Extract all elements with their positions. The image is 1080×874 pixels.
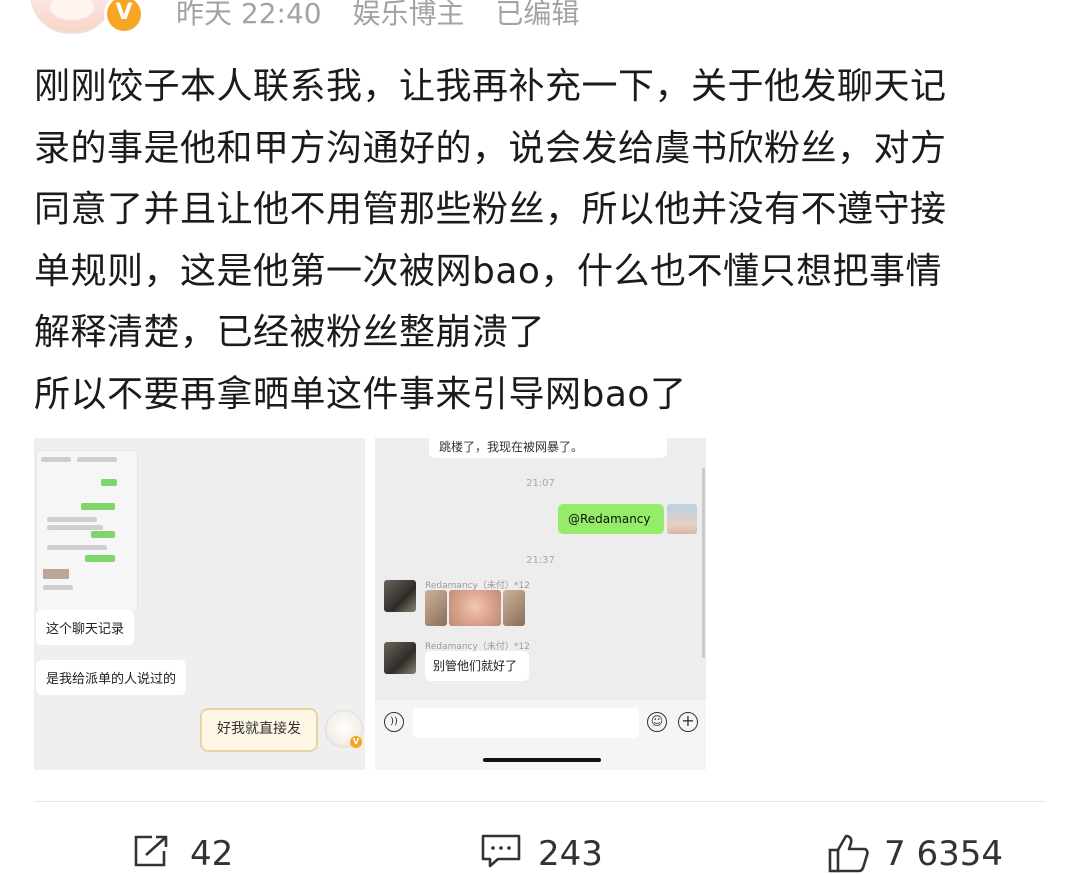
repost-count: 42 bbox=[190, 834, 234, 874]
post-body: 刚刚饺子本人联系我，让我再补充一下，关于他发聊天记 录的事是他和甲方沟通好的，说… bbox=[34, 56, 1059, 425]
mini-green-bubble bbox=[81, 503, 115, 510]
contact-avatar bbox=[384, 580, 416, 612]
mini-chat-thumbnail bbox=[36, 450, 138, 612]
like-icon bbox=[828, 834, 869, 873]
sticker-image bbox=[425, 590, 447, 626]
author-role: 娱乐博主 bbox=[352, 0, 465, 30]
chat-timestamp: 21:37 bbox=[526, 555, 555, 566]
verified-badge-icon: V bbox=[104, 0, 144, 34]
post-image-right[interactable]: 跳楼了，我现在被网暴了。 21:07 @Redamancy 21:37 Reda… bbox=[375, 438, 706, 770]
comment-count: 243 bbox=[538, 834, 603, 874]
post-header: V 昨天 22:40 娱乐博主 已编辑 bbox=[0, 0, 1080, 34]
mini-image bbox=[43, 569, 69, 579]
post-meta: 昨天 22:40 娱乐博主 已编辑 bbox=[176, 0, 601, 32]
chat-input-bar: )) ☺ + bbox=[375, 700, 706, 770]
chat-bubble: 跳楼了，我现在被网暴了。 bbox=[429, 438, 667, 458]
chat-text-input bbox=[413, 708, 639, 738]
like-count: 7 6354 bbox=[884, 834, 1003, 874]
post-line: 录的事是他和甲方沟通好的，说会发给虞书欣粉丝，对方 bbox=[34, 127, 947, 169]
chat-bubble: 别管他们就好了 bbox=[425, 651, 529, 681]
plus-icon: + bbox=[678, 712, 698, 732]
mini-green-bubble bbox=[85, 555, 115, 562]
sticker-image bbox=[449, 590, 501, 626]
chat-bubble-sent: @Redamancy bbox=[558, 504, 664, 534]
chat-scrollbar bbox=[702, 468, 705, 658]
mini-line bbox=[41, 457, 71, 462]
sticker-image bbox=[503, 590, 525, 626]
verified-badge-icon: V bbox=[350, 736, 362, 748]
mini-line bbox=[47, 517, 97, 522]
mini-line bbox=[47, 525, 103, 530]
post-line: 刚刚饺子本人联系我，让我再补充一下，关于他发聊天记 bbox=[34, 66, 947, 107]
mini-line bbox=[77, 457, 117, 462]
post-line: 单规则，这是他第一次被网bao，什么也不懂只想把事情 bbox=[34, 250, 942, 292]
comment-icon bbox=[481, 834, 521, 868]
mini-line bbox=[43, 585, 73, 590]
post-actions: 42 243 7 6354 bbox=[0, 812, 1080, 874]
mini-green-bubble bbox=[91, 531, 115, 538]
post-line: 同意了并且让他不用管那些粉丝，所以他并没有不遵守接 bbox=[34, 189, 947, 230]
post-time: 昨天 22:40 bbox=[176, 0, 322, 30]
repost-icon bbox=[134, 835, 168, 867]
sender-avatar bbox=[667, 504, 697, 534]
edited-label[interactable]: 已编辑 bbox=[495, 0, 579, 30]
chat-bubble: 这个聊天记录 bbox=[36, 610, 135, 645]
mini-line bbox=[47, 545, 107, 550]
post-line: 解释清楚，已经被粉丝整崩溃了 bbox=[34, 312, 546, 353]
chat-bubble: 是我给派单的人说过的 bbox=[36, 660, 187, 695]
avatar-face bbox=[50, 0, 94, 20]
home-indicator bbox=[483, 758, 601, 762]
post-image-left[interactable]: 这个聊天记录 是我给派单的人说过的 好我就直接发 V bbox=[34, 438, 365, 770]
footer-divider bbox=[34, 801, 1046, 802]
emoji-icon: ☺ bbox=[647, 712, 667, 732]
sticker-bubble: 好我就直接发 bbox=[200, 708, 318, 752]
mini-green-bubble bbox=[101, 479, 117, 486]
contact-avatar bbox=[384, 642, 416, 674]
chat-timestamp: 21:07 bbox=[526, 478, 555, 489]
author-avatar[interactable] bbox=[30, 0, 114, 34]
post-line: 所以不要再拿晒单这件事来引导网bao了 bbox=[34, 373, 687, 415]
voice-icon: )) bbox=[384, 712, 404, 732]
